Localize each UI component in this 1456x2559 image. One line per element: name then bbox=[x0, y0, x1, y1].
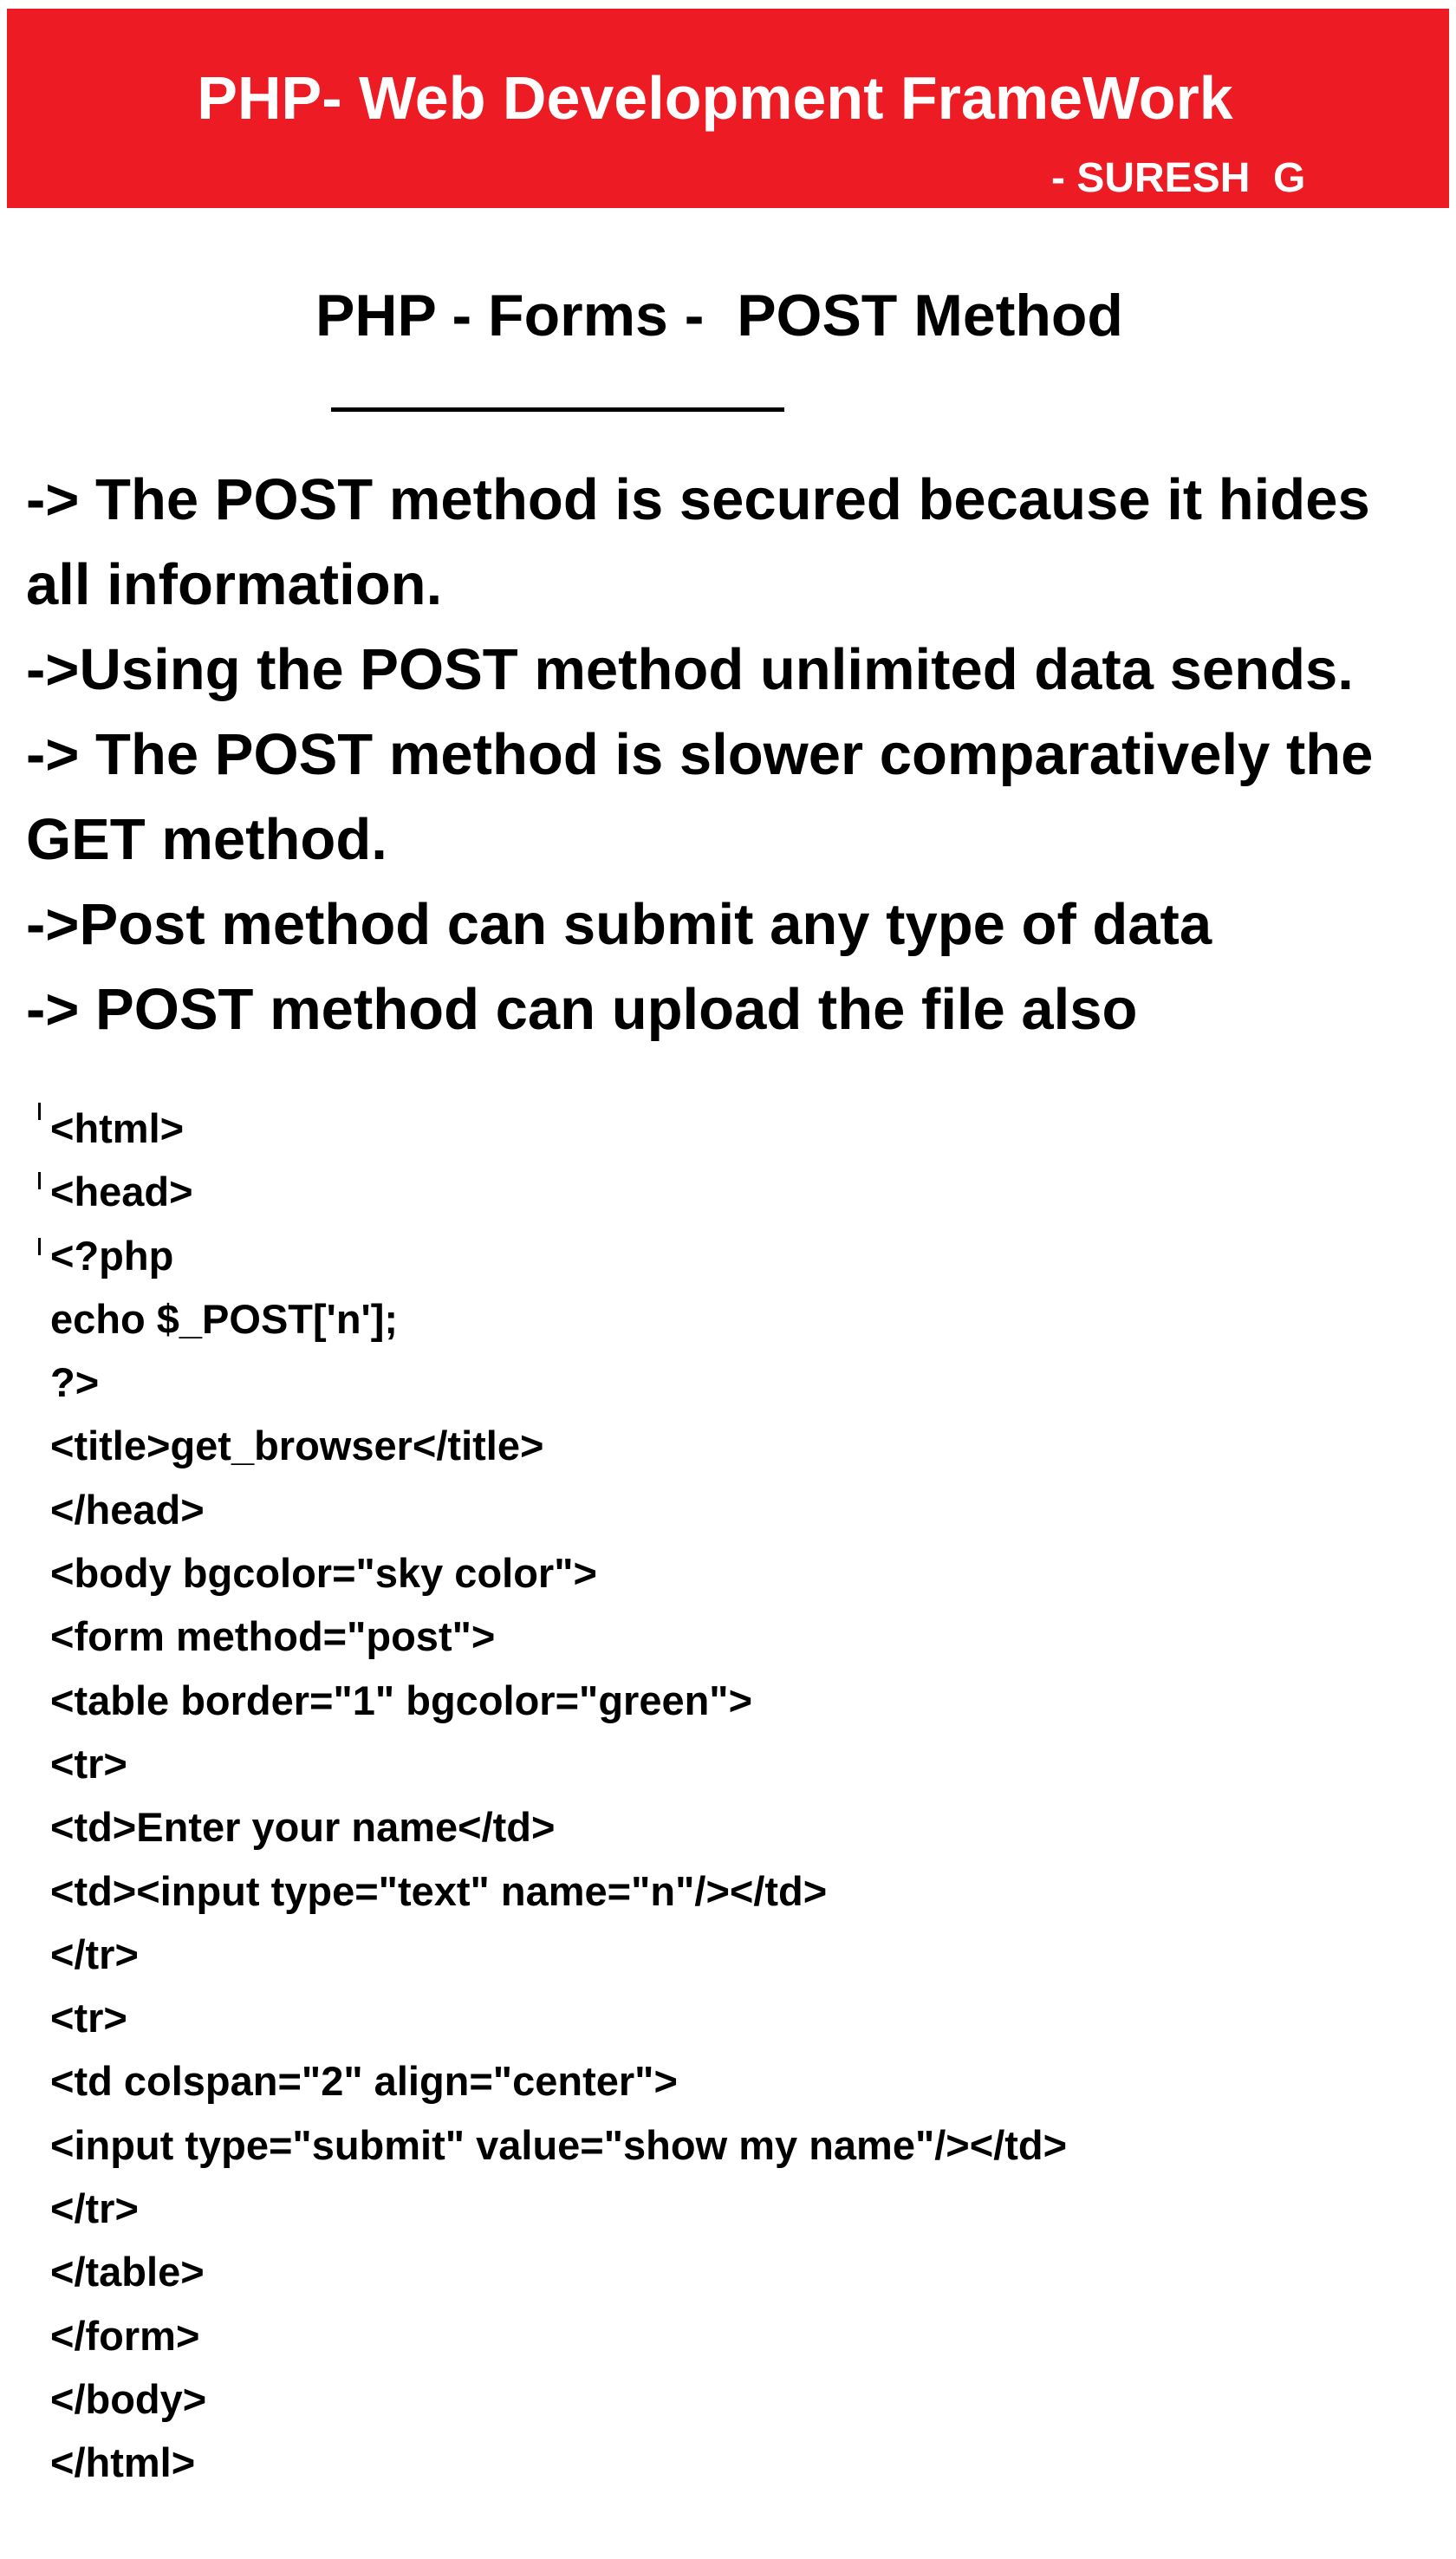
point-item: -> The POST method is secured because it… bbox=[26, 467, 1387, 617]
code-line: <input type="submit" value="show my name… bbox=[50, 2121, 1068, 2168]
header-banner: PHP- Web Development FrameWork - SURESH … bbox=[7, 9, 1449, 208]
code-line: <tr> bbox=[50, 1995, 127, 2041]
code-line: <td><input type="text" name="n"/></td> bbox=[50, 1867, 828, 1914]
code-line: <title>get_browser</title> bbox=[50, 1423, 544, 1469]
banner-title: PHP- Web Development FrameWork bbox=[197, 64, 1233, 132]
margin-mark bbox=[38, 1238, 41, 1255]
code-line: <body bgcolor="sky color"> bbox=[50, 1550, 597, 1597]
margin-mark bbox=[38, 1103, 41, 1120]
code-line: </head> bbox=[50, 1486, 205, 1533]
code-line: <td colspan="2" align="center"> bbox=[50, 2058, 678, 2105]
code-line: <tr> bbox=[50, 1740, 127, 1787]
code-block: <html> <head> <?php echo $_POST['n']; ?>… bbox=[50, 1097, 1402, 2495]
code-line: echo $_POST['n']; bbox=[50, 1295, 399, 1342]
code-line: <head> bbox=[50, 1169, 193, 1215]
code-line: </tr> bbox=[50, 1931, 139, 1977]
code-line: <td>Enter your name</td> bbox=[50, 1804, 556, 1851]
point-item: -> The POST method is slower comparative… bbox=[26, 722, 1390, 872]
code-line: ?> bbox=[50, 1359, 100, 1406]
points-list: -> The POST method is secured because it… bbox=[26, 458, 1447, 1052]
margin-mark bbox=[38, 1172, 41, 1189]
banner-author: - SURESH G bbox=[1051, 155, 1306, 201]
point-item: ->Post method can submit any type of dat… bbox=[26, 892, 1212, 957]
code-line: <table border="1" bgcolor="green"> bbox=[50, 1677, 753, 1723]
point-item: ->Using the POST method unlimited data s… bbox=[26, 637, 1354, 702]
code-line: </table> bbox=[50, 2249, 205, 2295]
page-title: PHP - Forms - POST Method bbox=[315, 283, 1123, 348]
point-item: -> POST method can upload the file also bbox=[26, 977, 1138, 1042]
code-line: <html> bbox=[50, 1105, 185, 1151]
code-line: </html> bbox=[50, 2439, 196, 2486]
code-line: <?php bbox=[50, 1232, 174, 1279]
code-line: <form method="post"> bbox=[50, 1613, 496, 1660]
code-line: </form> bbox=[50, 2312, 200, 2359]
title-underline bbox=[331, 407, 784, 412]
code-line: </body> bbox=[50, 2375, 207, 2422]
code-line: </tr> bbox=[50, 2185, 139, 2232]
